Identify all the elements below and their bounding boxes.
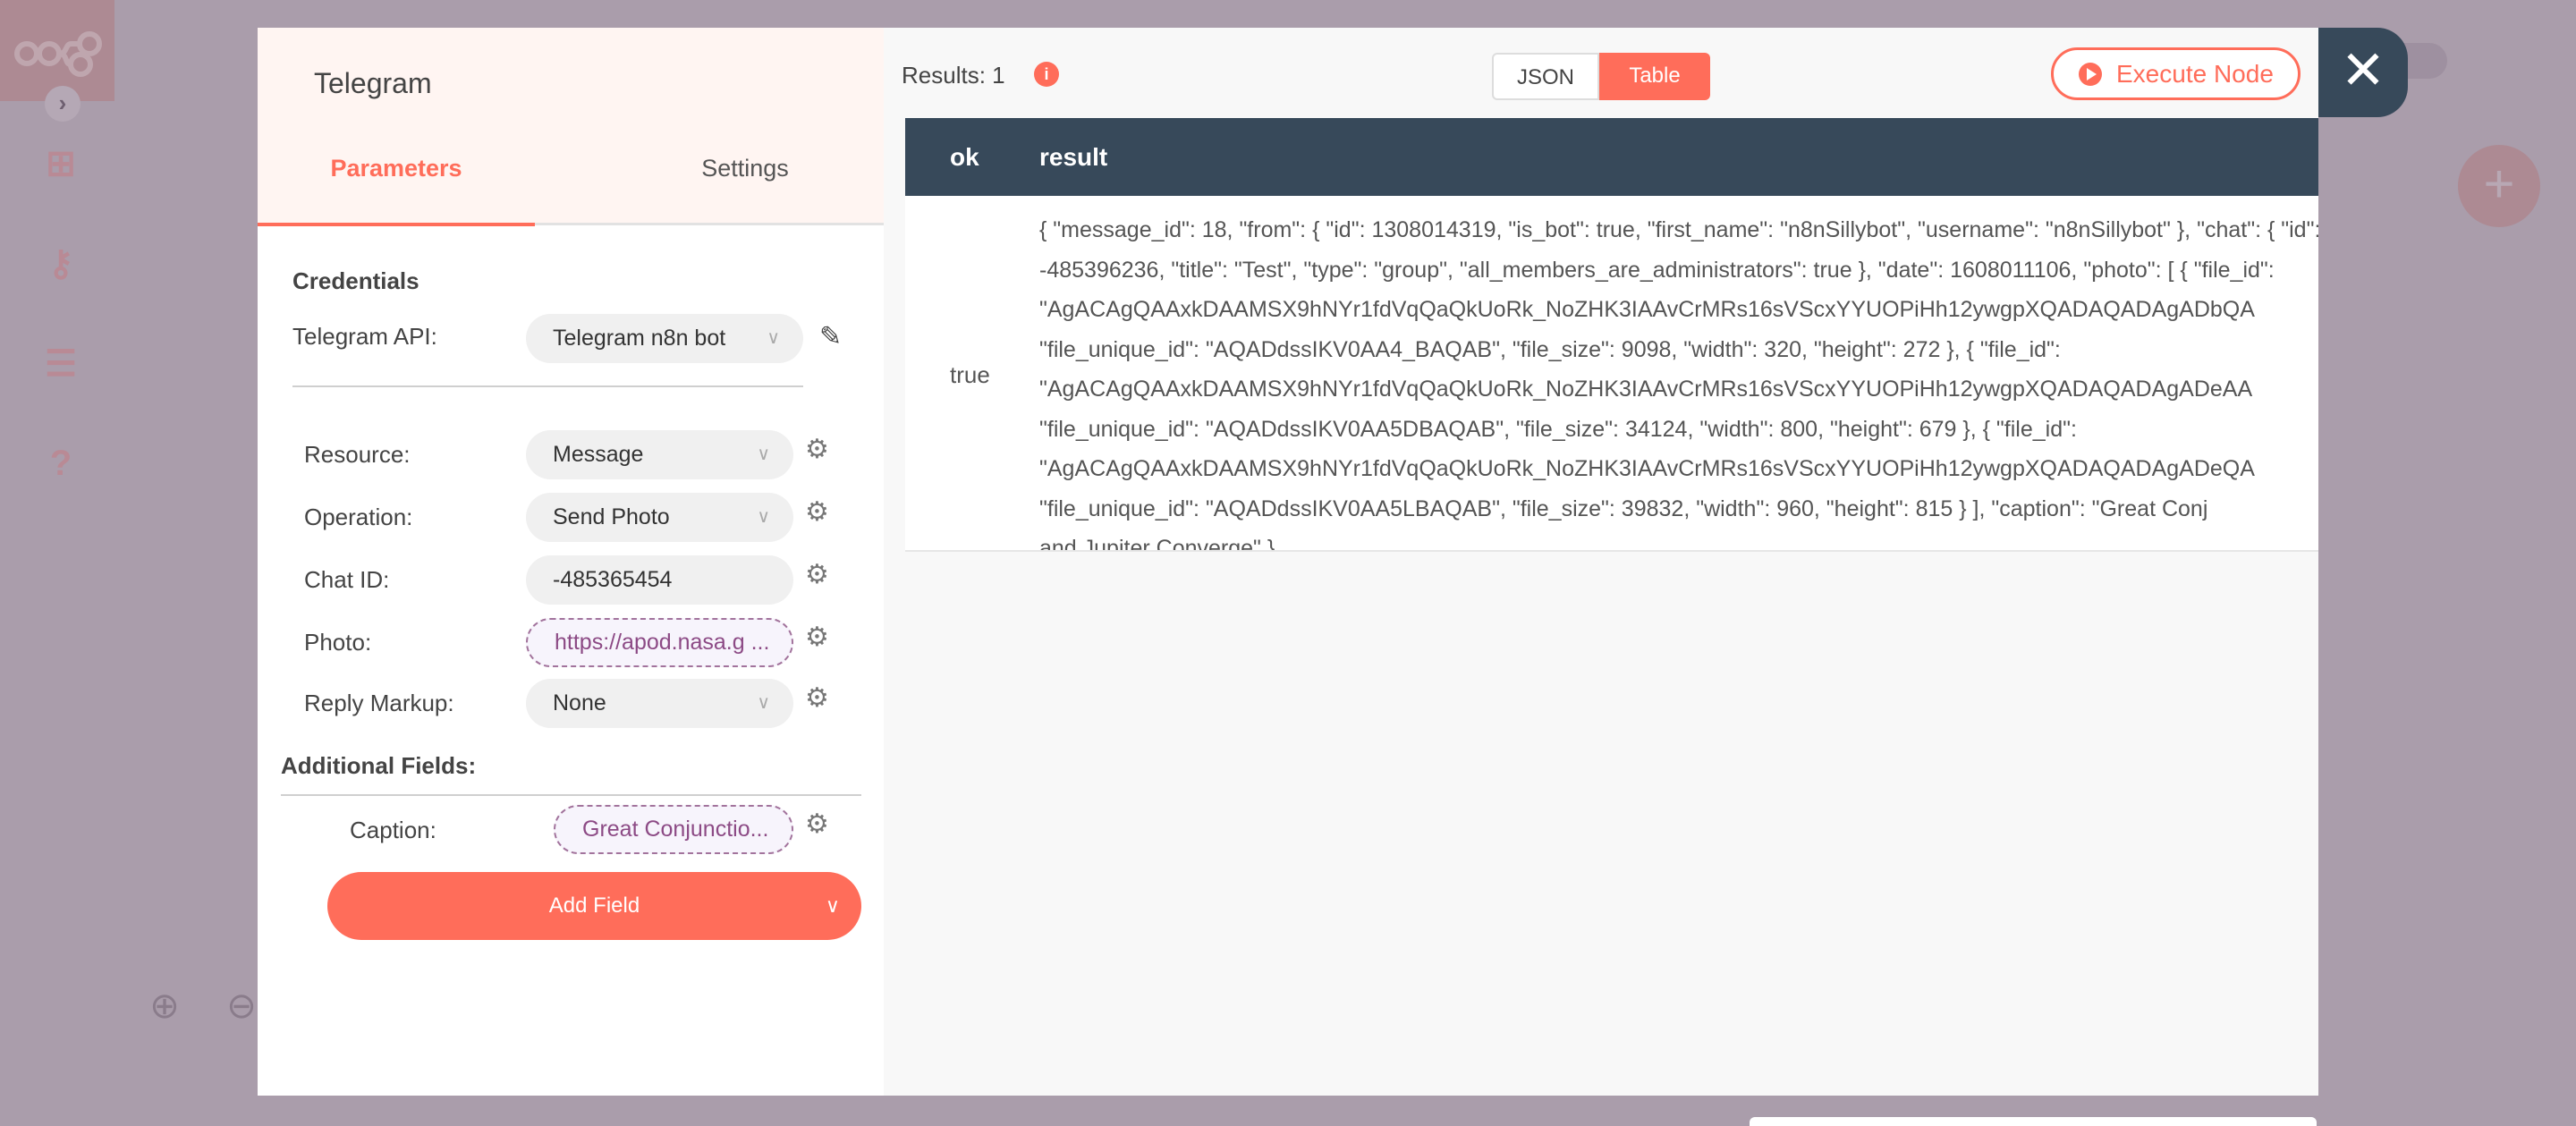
bottom-panel bbox=[1750, 1117, 2317, 1126]
table-header: ok result bbox=[905, 118, 2318, 196]
param-label: Reply Markup: bbox=[304, 690, 454, 716]
gear-icon[interactable]: ⚙ bbox=[805, 559, 829, 590]
caption-label: Caption: bbox=[350, 817, 436, 843]
gear-icon[interactable]: ⚙ bbox=[805, 682, 829, 714]
credentials-heading: Credentials bbox=[292, 267, 419, 294]
gear-icon[interactable]: ⚙ bbox=[805, 496, 829, 528]
zoom-in-icon[interactable]: ⊕ bbox=[138, 986, 191, 1039]
param-label: Photo: bbox=[304, 629, 372, 656]
result-line: -485396236, "title": "Test", "type": "gr… bbox=[1039, 257, 2275, 283]
close-button[interactable]: ✕ bbox=[2318, 28, 2408, 117]
output-panel: Results: 1 i JSON Table Execute Node ok … bbox=[884, 28, 2318, 1096]
chevron-down-icon: ∨ bbox=[767, 328, 780, 348]
table-row: true { "message_id": 18, "from": { "id":… bbox=[905, 196, 2318, 552]
key-icon[interactable]: ⚷ bbox=[36, 243, 86, 284]
telegram-api-value: Telegram n8n bot bbox=[553, 326, 726, 351]
param-select[interactable]: Send Photo ∨ bbox=[526, 493, 793, 542]
param-label: Resource: bbox=[304, 441, 411, 468]
table-view-button[interactable]: Table bbox=[1599, 53, 1710, 100]
question-icon[interactable]: ? bbox=[36, 444, 86, 484]
param-label: Chat ID: bbox=[304, 566, 390, 593]
execute-node-button[interactable]: Execute Node bbox=[2051, 47, 2301, 100]
results-count: Results: 1 bbox=[902, 62, 1005, 89]
add-field-button[interactable]: Add Field ∨ bbox=[327, 872, 861, 940]
execute-node-label: Execute Node bbox=[2116, 60, 2274, 88]
tab-parameters[interactable]: Parameters bbox=[258, 155, 535, 182]
gear-icon[interactable]: ⚙ bbox=[805, 809, 829, 840]
pencil-icon[interactable]: ✎ bbox=[819, 321, 842, 352]
param-label: Operation: bbox=[304, 504, 413, 530]
result-line: "file_unique_id": "AQADdssIKV0AA4_BAQAB"… bbox=[1039, 336, 2061, 362]
chevron-down-icon: ∨ bbox=[825, 894, 840, 917]
divider bbox=[292, 385, 803, 387]
param-value: Send Photo bbox=[553, 504, 670, 529]
info-icon[interactable]: i bbox=[1034, 62, 1059, 87]
cell-ok: true bbox=[950, 361, 990, 388]
chevron-down-icon: ∨ bbox=[757, 507, 770, 527]
param-select[interactable]: None ∨ bbox=[526, 679, 793, 728]
param-expression[interactable]: https://apod.nasa.g ... bbox=[526, 618, 793, 667]
json-view-button[interactable]: JSON bbox=[1492, 53, 1599, 100]
column-ok: ok bbox=[950, 143, 979, 171]
param-select[interactable]: Message ∨ bbox=[526, 430, 793, 479]
chevron-right-icon[interactable]: › bbox=[45, 86, 80, 122]
node-parameters-panel: Telegram Parameters Settings Credentials… bbox=[258, 28, 884, 1096]
add-field-label: Add Field bbox=[548, 893, 640, 918]
param-value: None bbox=[553, 690, 606, 715]
param-value: -485365454 bbox=[553, 567, 673, 592]
chevron-down-icon: ∨ bbox=[757, 693, 770, 713]
gear-icon[interactable]: ⚙ bbox=[805, 622, 829, 653]
tasks-icon[interactable]: ☰ bbox=[36, 343, 86, 385]
network-icon[interactable]: ⊞ bbox=[36, 143, 86, 184]
gear-icon[interactable]: ⚙ bbox=[805, 434, 829, 465]
result-line: "file_unique_id": "AQADdssIKV0AA5DBAQAB"… bbox=[1039, 416, 2077, 442]
result-line: "AgACAgQAAxkDAAMSX9hNYr1fdVqQaQkUoRk_NoZ… bbox=[1039, 456, 2255, 481]
telegram-api-label: Telegram API: bbox=[292, 323, 437, 350]
active-tab-indicator bbox=[258, 223, 535, 226]
chevron-down-icon: ∨ bbox=[757, 444, 770, 464]
additional-fields-heading: Additional Fields: bbox=[281, 752, 477, 779]
add-node-button[interactable]: + bbox=[2458, 145, 2540, 227]
caption-input[interactable]: Great Conjunctio... bbox=[554, 805, 793, 854]
result-line: and Jupiter Converge" } bbox=[1039, 536, 1275, 552]
play-icon bbox=[2079, 63, 2102, 86]
param-input[interactable]: -485365454 bbox=[526, 555, 793, 605]
close-icon: ✕ bbox=[2340, 40, 2386, 100]
tab-settings[interactable]: Settings bbox=[615, 155, 875, 182]
param-value: https://apod.nasa.g ... bbox=[555, 630, 770, 655]
node-title[interactable]: Telegram bbox=[314, 67, 432, 100]
column-result: result bbox=[1039, 143, 1108, 171]
result-line: { "message_id": 18, "from": { "id": 1308… bbox=[1039, 217, 2318, 242]
result-line: "AgACAgQAAxkDAAMSX9hNYr1fdVqQaQkUoRk_NoZ… bbox=[1039, 377, 2253, 402]
result-line: "file_unique_id": "AQADdssIKV0AA5LBAQAB"… bbox=[1039, 495, 2208, 521]
param-value: Message bbox=[553, 442, 644, 467]
divider bbox=[281, 794, 861, 796]
result-line: "AgACAgQAAxkDAAMSX9hNYr1fdVqQaQkUoRk_NoZ… bbox=[1039, 297, 2255, 322]
panel-header: Telegram Parameters Settings bbox=[258, 28, 884, 226]
telegram-api-select[interactable]: Telegram n8n bot ∨ bbox=[526, 314, 803, 363]
